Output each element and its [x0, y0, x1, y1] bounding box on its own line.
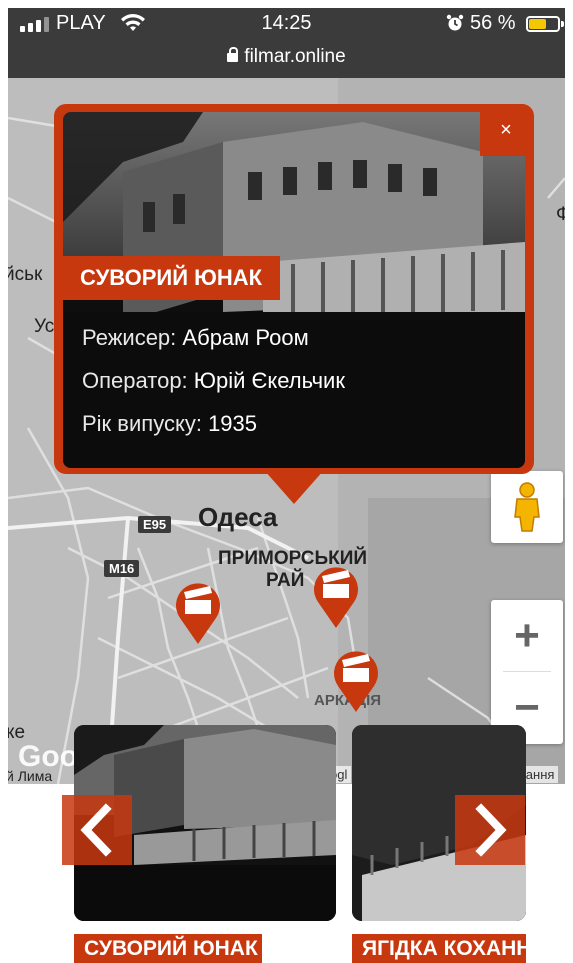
operator-label: Оператор:: [82, 368, 188, 393]
battery-tip: [561, 21, 564, 27]
operator-row: Оператор: Юрій Єкельчик: [82, 368, 345, 394]
road-badge-m16: M16: [104, 560, 140, 577]
film-card-title[interactable]: ЯГІДКА КОХАНН: [352, 934, 526, 963]
status-bar: PLAY 14:25 56 % filmar.online: [8, 8, 565, 78]
google-logo: Goo: [18, 740, 78, 773]
url-bar[interactable]: filmar.online: [8, 46, 565, 72]
year-row: Рік випуску: 1935: [82, 411, 257, 437]
close-popup-button[interactable]: ×: [480, 104, 532, 156]
director-row: Режисер: Абрам Роом: [82, 325, 309, 351]
edge-label-right: Ф: [556, 204, 565, 225]
film-marker-icon[interactable]: [172, 576, 224, 646]
film-marker-icon[interactable]: [330, 644, 382, 714]
lock-icon: [227, 47, 239, 62]
zoom-in-button[interactable]: +: [491, 600, 563, 672]
zoom-control: + −: [491, 600, 563, 744]
carousel-prev-button[interactable]: [62, 795, 132, 865]
carousel-next-button[interactable]: [455, 795, 525, 865]
edge-label-1: йськ: [8, 264, 43, 285]
alarm-icon: [446, 14, 464, 31]
chevron-left-icon: [80, 803, 112, 857]
battery-icon: [526, 16, 560, 32]
city-label: Одеса: [198, 502, 278, 532]
popup-film-title: СУВОРИЙ ЮНАК: [62, 256, 280, 300]
film-card-title[interactable]: СУВОРИЙ ЮНАК: [74, 934, 262, 963]
pegman-icon: [514, 482, 540, 532]
year-value: 1935: [208, 411, 258, 436]
director-value: Абрам Роом: [182, 325, 309, 350]
edge-label-2: Ус: [34, 316, 55, 337]
battery-level: [529, 19, 546, 29]
popup-pointer: [264, 470, 324, 504]
film-marker-icon[interactable]: [310, 560, 362, 630]
operator-value: Юрій Єкельчик: [193, 368, 345, 393]
battery-percent: 56 %: [470, 12, 516, 34]
chevron-right-icon: [475, 803, 507, 857]
street-view-pegman-button[interactable]: [491, 471, 563, 543]
phone-screen: PLAY 14:25 56 % filmar.online E95 M16 Од…: [0, 0, 573, 963]
road-badge-e95: E95: [138, 516, 172, 533]
director-label: Режисер:: [82, 325, 177, 350]
year-label: Рік випуску:: [82, 411, 202, 436]
url-text: filmar.online: [244, 46, 346, 67]
